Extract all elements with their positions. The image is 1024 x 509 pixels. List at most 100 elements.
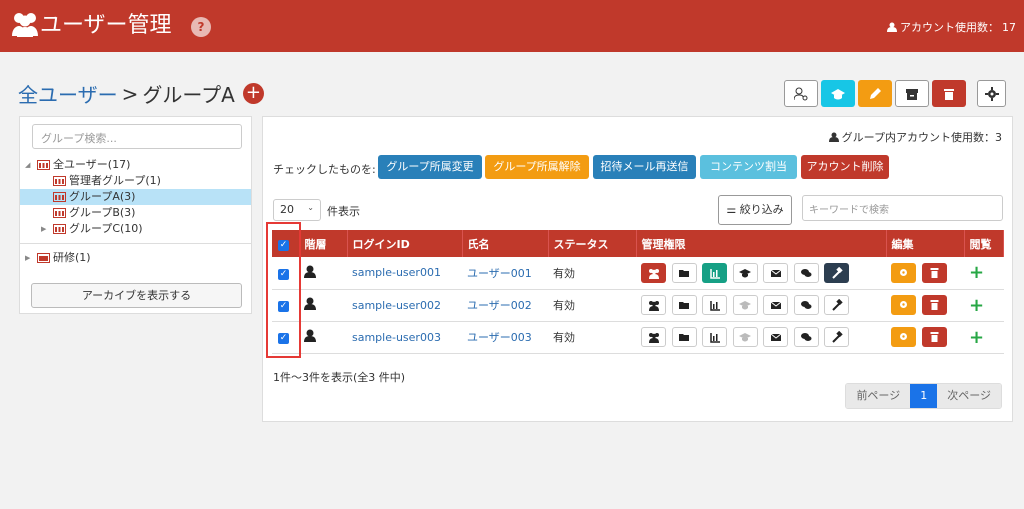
graduation-cap-icon [739, 301, 751, 310]
page-1-button[interactable]: 1 [910, 384, 938, 408]
filter-button[interactable]: ⚌ 絞り込み [718, 195, 792, 225]
tree-item-group-c[interactable]: ▶ グループC(10) [20, 221, 251, 237]
resend-invite-button[interactable]: 招待メール再送信 [593, 155, 696, 179]
user-name-link[interactable]: ユーザー001 [462, 257, 548, 290]
tree-item-label: 研修(1) [53, 251, 91, 264]
system-permission-toggle[interactable] [824, 295, 849, 315]
per-page-label: 件表示 [327, 205, 360, 218]
user-delete-button[interactable] [921, 262, 947, 283]
view-cell[interactable]: + [964, 289, 1004, 322]
users-logo-icon [12, 13, 38, 37]
user-icon [887, 22, 897, 32]
tree-item-all-users[interactable]: ◢ 全ユーザー(17) [20, 157, 251, 173]
mail-permission-toggle[interactable] [763, 295, 788, 315]
tree-item-label: グループA(3) [69, 190, 136, 203]
keyword-search-input[interactable]: キーワードで検索 [802, 195, 1003, 221]
expand-plus-icon[interactable]: + [969, 295, 984, 316]
content-permission-toggle[interactable] [671, 295, 697, 315]
column-hierarchy[interactable]: 階層 [299, 230, 348, 257]
next-page-button[interactable]: 次ページ [937, 384, 1001, 408]
expand-plus-icon[interactable]: + [969, 327, 984, 348]
chat-permission-toggle[interactable] [793, 262, 819, 283]
user-icon [304, 297, 316, 310]
users-icon [648, 333, 659, 343]
expand-plus-icon[interactable]: + [969, 262, 984, 283]
report-permission-toggle[interactable] [702, 295, 727, 315]
login-id-link[interactable]: sample-user001 [347, 257, 462, 290]
help-icon[interactable]: ? [191, 17, 211, 37]
column-login-id[interactable]: ログインID [347, 230, 463, 257]
chat-permission-toggle[interactable] [793, 295, 819, 315]
group-admin-permission-toggle[interactable] [641, 327, 666, 347]
user-name-link[interactable]: ユーザー002 [462, 289, 548, 322]
content-permission-toggle[interactable] [671, 262, 697, 283]
mail-permission-toggle[interactable] [763, 262, 788, 283]
user-name-link[interactable]: ユーザー003 [462, 321, 548, 354]
collapse-icon[interactable]: ◢ [25, 157, 33, 173]
training-permission-toggle[interactable] [732, 327, 758, 347]
per-page-select[interactable]: 20 ⌄ [273, 199, 321, 221]
system-permission-toggle[interactable] [824, 327, 849, 347]
login-id-link[interactable]: sample-user003 [347, 321, 462, 354]
chat-permission-toggle[interactable] [793, 327, 819, 347]
edit-button[interactable] [858, 80, 892, 107]
view-cell[interactable]: + [964, 321, 1004, 354]
group-icon [53, 192, 66, 202]
training-button[interactable] [821, 80, 855, 107]
breadcrumb-root-link[interactable]: 全ユーザー [18, 79, 118, 108]
training-permission-toggle[interactable] [732, 295, 758, 315]
group-admin-permission-toggle[interactable] [641, 295, 666, 315]
user-delete-button[interactable] [921, 295, 947, 315]
prev-page-button[interactable]: 前ページ [846, 384, 911, 408]
mail-permission-toggle[interactable] [763, 327, 788, 347]
chart-icon [709, 301, 720, 311]
column-name[interactable]: 氏名 [462, 230, 549, 257]
settings-button[interactable] [977, 80, 1006, 107]
group-icon [53, 176, 66, 186]
hammer-icon [831, 266, 843, 279]
group-icon [53, 224, 66, 234]
show-archive-button[interactable]: アーカイブを表示する [31, 283, 242, 308]
user-icon [304, 329, 316, 342]
column-status[interactable]: ステータス [548, 230, 637, 257]
edit-cell [886, 257, 964, 290]
report-permission-toggle[interactable] [702, 327, 727, 347]
tree-item-label: グループC(10) [69, 222, 143, 235]
user-settings-button[interactable] [891, 262, 916, 283]
delete-account-button[interactable]: アカウント削除 [801, 155, 889, 179]
tree-item-training[interactable]: ▶ 研修(1) [20, 250, 251, 266]
group-admin-permission-toggle[interactable] [641, 262, 666, 283]
view-cell[interactable]: + [964, 257, 1004, 290]
trash-icon [944, 88, 954, 100]
user-settings-button[interactable] [784, 80, 818, 107]
user-settings-button[interactable] [891, 327, 916, 347]
change-group-button[interactable]: グループ所属変更 [378, 155, 482, 179]
login-id-link[interactable]: sample-user002 [347, 289, 462, 322]
breadcrumb-separator: > [121, 81, 139, 106]
trash-icon [930, 332, 938, 342]
tree-item-group-b[interactable]: グループB(3) [20, 205, 251, 221]
user-delete-button[interactable] [921, 327, 947, 347]
pencil-icon [870, 87, 881, 99]
expand-icon[interactable]: ▶ [25, 250, 33, 266]
group-search-input[interactable]: グループ検索... [32, 124, 242, 149]
delete-button[interactable] [932, 80, 966, 107]
users-icon [648, 268, 659, 279]
content-permission-toggle[interactable] [671, 327, 697, 347]
users-icon [648, 301, 659, 311]
tree-item-label: 全ユーザー(17) [53, 158, 131, 171]
system-permission-toggle[interactable] [824, 262, 849, 283]
user-settings-button[interactable] [891, 295, 916, 315]
training-permission-toggle[interactable] [732, 262, 758, 283]
table-row: ✓ sample-user003 ユーザー003 有効 + [272, 321, 1004, 354]
breadcrumb: 全ユーザー > グループA + [18, 79, 264, 108]
add-group-button[interactable]: + [242, 83, 264, 104]
report-permission-toggle[interactable] [702, 262, 727, 283]
expand-icon[interactable]: ▶ [41, 221, 49, 237]
hierarchy-cell [299, 289, 347, 322]
tree-item-admin-group[interactable]: 管理者グループ(1) [20, 173, 251, 189]
assign-content-button[interactable]: コンテンツ割当 [700, 155, 797, 179]
archive-button[interactable] [895, 80, 929, 107]
tree-item-group-a[interactable]: グループA(3) [20, 189, 251, 205]
remove-group-button[interactable]: グループ所属解除 [485, 155, 589, 179]
